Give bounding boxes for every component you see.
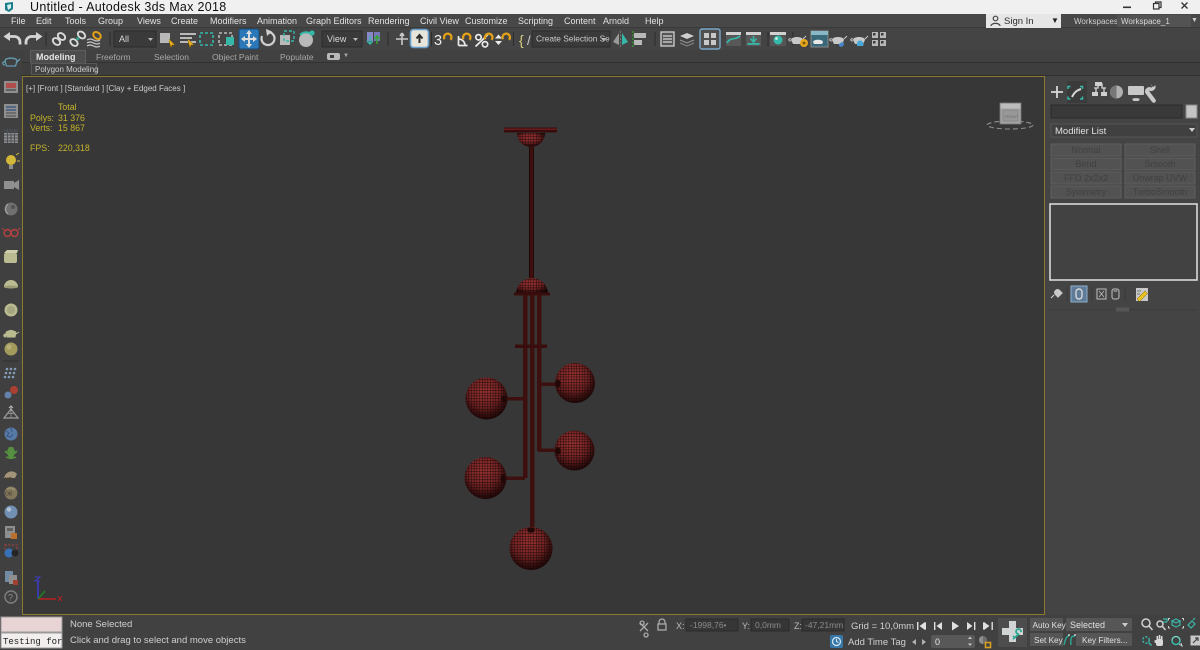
svg-text:FRONT: FRONT <box>1005 114 1019 119</box>
svg-text:X:: X: <box>676 621 685 631</box>
svg-text:Shell: Shell <box>1150 145 1170 155</box>
svg-text:Set Key: Set Key <box>1034 636 1064 645</box>
svg-text:Testing for: Testing for <box>3 637 62 647</box>
svg-text:HF: HF <box>5 477 12 483</box>
svg-text:Smooth: Smooth <box>1144 159 1175 169</box>
svg-text:All: All <box>119 34 129 44</box>
svg-text:Auto Key: Auto Key <box>1033 621 1067 630</box>
svg-text:0,0mm: 0,0mm <box>755 620 781 630</box>
svg-text:Grid = 10,0mm: Grid = 10,0mm <box>851 621 914 632</box>
svg-text:31 376: 31 376 <box>58 113 85 123</box>
svg-text:15 867: 15 867 <box>58 123 85 133</box>
svg-text:{: { <box>519 32 524 48</box>
svg-text:Z:: Z: <box>794 621 802 631</box>
svg-text:?: ? <box>8 593 13 603</box>
svg-text:Polys:: Polys: <box>30 113 54 123</box>
svg-text:FPS:: FPS: <box>30 143 50 153</box>
svg-text:Key Filters...: Key Filters... <box>1082 636 1128 645</box>
svg-text:Bend: Bend <box>1075 159 1096 169</box>
svg-text:Unwrap UVW: Unwrap UVW <box>1133 173 1188 183</box>
svg-text:View: View <box>327 34 347 44</box>
svg-text:-47,21mm: -47,21mm <box>805 620 843 630</box>
svg-text:Selected: Selected <box>1070 620 1105 630</box>
svg-text:Modifier List: Modifier List <box>1055 126 1107 137</box>
svg-text:0: 0 <box>935 637 940 647</box>
svg-text:TurboSmooth: TurboSmooth <box>1133 187 1187 197</box>
svg-text:OB: OB <box>5 492 13 498</box>
svg-text:/: / <box>527 33 531 48</box>
svg-text:Create Selection Se: Create Selection Se <box>536 34 610 44</box>
svg-text:220,318: 220,318 <box>58 143 90 153</box>
svg-text:[+] [Front ] [Standard ] [Clay: [+] [Front ] [Standard ] [Clay + Edged F… <box>26 84 185 93</box>
svg-text:None Selected: None Selected <box>70 619 132 630</box>
svg-text:Add Time Tag: Add Time Tag <box>848 637 906 648</box>
svg-text:Y:: Y: <box>742 621 750 631</box>
svg-text:Symmetry: Symmetry <box>1066 187 1107 197</box>
svg-text:FFD 2x2x2: FFD 2x2x2 <box>1064 173 1108 183</box>
svg-text:-1998,76•: -1998,76• <box>690 620 727 630</box>
svg-text:Total: Total <box>58 102 77 112</box>
svg-text:3: 3 <box>434 33 442 49</box>
svg-text:Click and drag to select and m: Click and drag to select and move object… <box>70 635 246 646</box>
svg-text:Normal: Normal <box>1071 145 1100 155</box>
svg-text:Verts:: Verts: <box>30 123 53 133</box>
